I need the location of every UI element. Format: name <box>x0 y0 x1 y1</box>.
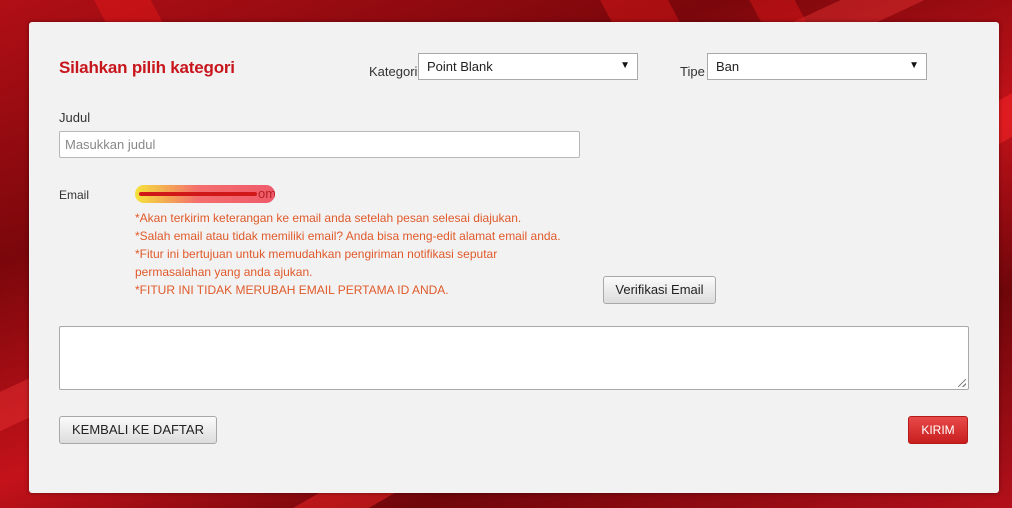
chevron-down-icon: ▼ <box>620 60 630 71</box>
email-label: Email <box>59 188 90 202</box>
email-note: *Akan terkirim keterangan ke email anda … <box>135 211 522 225</box>
tipe-select[interactable]: Ban ▼ <box>707 53 927 80</box>
kategori-label: Kategori <box>369 64 418 79</box>
email-note: *Salah email atau tidak memiliki email? … <box>135 229 561 243</box>
email-note: *FITUR INI TIDAK MERUBAH EMAIL PERTAMA I… <box>135 283 449 297</box>
submit-button[interactable]: KIRIM <box>908 416 968 444</box>
tipe-selected-value: Ban <box>716 59 740 74</box>
form-panel: Silahkan pilih kategori Kategori Point B… <box>29 22 999 493</box>
back-to-list-button[interactable]: KEMBALI KE DAFTAR <box>59 416 217 444</box>
kategori-select[interactable]: Point Blank ▼ <box>418 53 638 80</box>
tipe-label: Tipe <box>680 64 705 79</box>
resize-handle-icon[interactable] <box>958 379 966 387</box>
email-note: *Fitur ini bertujuan untuk memudahkan pe… <box>135 247 498 279</box>
verify-email-button[interactable]: Verifikasi Email <box>603 276 716 304</box>
judul-label: Judul <box>59 110 91 125</box>
judul-input[interactable] <box>59 131 580 158</box>
email-notes: *Akan terkirim keterangan ke email anda … <box>135 209 595 299</box>
email-value: om <box>135 185 275 203</box>
redaction-scribble <box>139 192 257 196</box>
email-value-text: om <box>258 186 275 201</box>
kategori-selected-value: Point Blank <box>427 59 493 74</box>
chevron-down-icon: ▼ <box>909 60 919 71</box>
page-title: Silahkan pilih kategori <box>59 58 235 77</box>
message-textarea[interactable] <box>59 326 969 390</box>
